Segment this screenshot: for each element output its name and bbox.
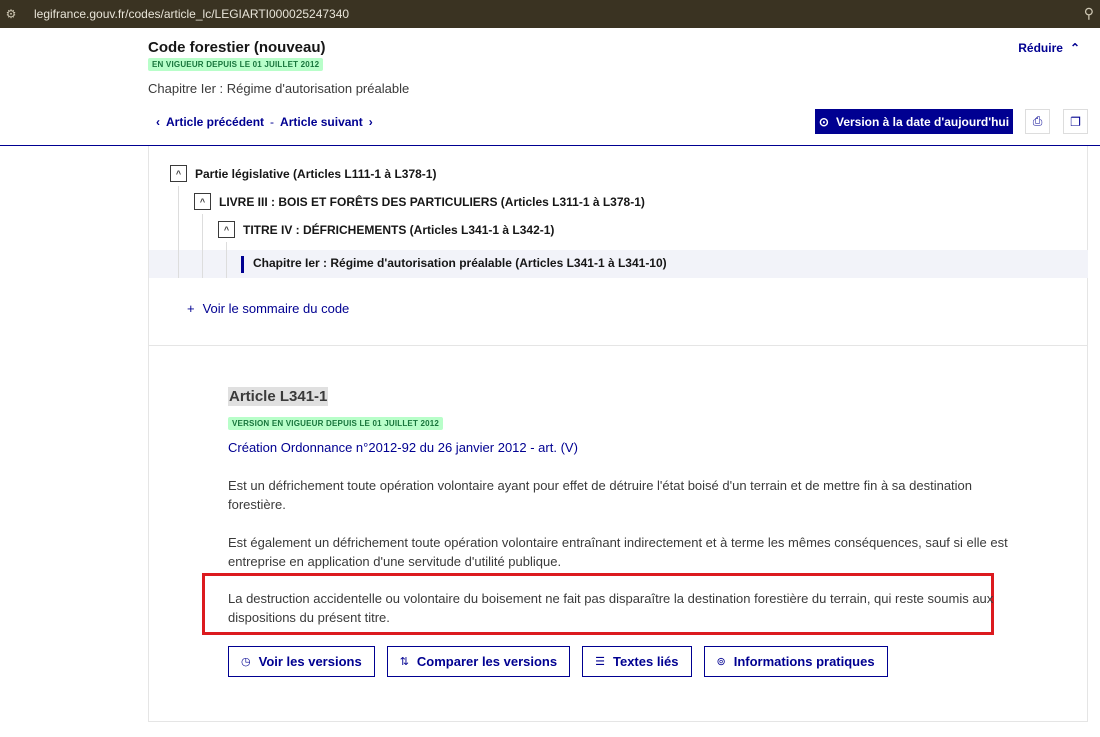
reduire-button[interactable]: Réduire ⌃ [1018, 41, 1080, 55]
site-settings-icon[interactable]: ⚙ [0, 0, 22, 28]
article-header: Code forestier (nouveau) EN VIGUEUR DEPU… [0, 28, 1100, 146]
nav-separator: - [270, 115, 275, 129]
article-title: Article L341-1 [228, 387, 329, 406]
article-paragraph: Est un défrichement toute opération volo… [228, 478, 973, 512]
tree-item-label[interactable]: LIVRE III : BOIS ET FORÊTS DES PARTICULI… [219, 195, 645, 209]
article-paragraph-highlighted: La destruction accidentelle ou volontair… [228, 591, 994, 625]
version-badge: VERSION EN VIGUEUR DEPUIS LE 01 JUILLET … [228, 417, 444, 430]
tree-item-label[interactable]: Partie législative (Articles L111-1 à L3… [195, 167, 436, 181]
voir-versions-button[interactable]: ◷ Voir les versions [228, 646, 375, 677]
tree-item-titre[interactable]: ^ TITRE IV : DÉFRICHEMENTS (Articles L34… [218, 221, 554, 238]
browser-address-bar: ⚙ legifrance.gouv.fr/codes/article_lc/LE… [0, 0, 1100, 28]
compare-icon: ⇅ [399, 656, 409, 668]
copy-button[interactable]: ❐ [1063, 109, 1088, 134]
article-navigation: ‹ Article précédent - Article suivant › [156, 115, 373, 129]
tree-item-label[interactable]: Chapitre Ier : Régime d'autorisation pré… [253, 256, 667, 270]
tree-item-label[interactable]: TITRE IV : DÉFRICHEMENTS (Articles L341-… [243, 223, 554, 237]
tree-line [202, 214, 203, 278]
collapse-toggle-icon[interactable]: ^ [218, 221, 235, 238]
collapse-toggle-icon[interactable]: ^ [170, 165, 187, 182]
chevron-left-icon: ‹ [156, 115, 160, 129]
code-title: Code forestier (nouveau) [148, 39, 326, 56]
chevron-up-icon: ⌃ [1069, 41, 1080, 55]
informations-pratiques-button[interactable]: ⊚ Informations pratiques [703, 646, 888, 677]
help-icon: ⊚ [716, 656, 726, 668]
tree-item-livre[interactable]: ^ LIVRE III : BOIS ET FORÊTS DES PARTICU… [194, 193, 645, 210]
version-today-label: Version à la date d'aujourd'hui [835, 114, 1010, 129]
next-article-link[interactable]: Article suivant [280, 115, 363, 129]
article-paragraph: Est également un défrichement toute opér… [228, 535, 1008, 569]
collapse-toggle-icon[interactable]: ^ [194, 193, 211, 210]
tree-item-partie[interactable]: ^ Partie législative (Articles L111-1 à … [170, 165, 436, 182]
article-actions: ◷ Voir les versions ⇅ Comparer les versi… [228, 646, 888, 677]
check-circle-icon: ⊙ [818, 114, 829, 129]
current-marker [241, 256, 244, 273]
version-today-button[interactable]: ⊙ Version à la date d'aujourd'hui [815, 109, 1013, 134]
previous-article-link[interactable]: Article précédent [166, 115, 264, 129]
plus-icon: + [187, 301, 195, 316]
print-button[interactable]: ⎙ [1025, 109, 1050, 134]
url-text[interactable]: legifrance.gouv.fr/codes/article_lc/LEGI… [22, 7, 349, 21]
copy-icon: ❐ [1070, 114, 1081, 129]
sommaire-link[interactable]: + Voir le sommaire du code [187, 301, 349, 316]
creation-link[interactable]: Création Ordonnance n°2012-92 du 26 janv… [228, 440, 578, 455]
list-icon: ☰ [595, 656, 605, 668]
sommaire-label: Voir le sommaire du code [202, 301, 350, 316]
textes-lies-button[interactable]: ☰ Textes liés [582, 646, 692, 677]
status-badge: EN VIGUEUR DEPUIS LE 01 JUILLET 2012 [148, 58, 324, 71]
chapter-title: Chapitre Ier : Régime d'autorisation pré… [148, 81, 410, 96]
button-label: Textes liés [612, 654, 679, 669]
reduire-label: Réduire [1018, 41, 1063, 55]
button-label: Informations pratiques [733, 654, 875, 669]
chevron-right-icon: › [368, 115, 373, 129]
print-icon: ⎙ [1032, 114, 1043, 128]
button-label: Voir les versions [258, 654, 362, 669]
comparer-versions-button[interactable]: ⇅ Comparer les versions [386, 646, 571, 677]
button-label: Comparer les versions [416, 654, 558, 669]
tree-line [226, 242, 227, 278]
clock-icon: ◷ [241, 656, 251, 668]
tree-item-chapitre-current[interactable]: Chapitre Ier : Régime d'autorisation pré… [253, 256, 667, 270]
article-content: Article L341-1 VERSION EN VIGUEUR DEPUIS… [148, 346, 1088, 722]
zoom-icon[interactable]: ⚲ [1084, 5, 1094, 22]
tree-line [178, 186, 179, 278]
code-tree: ^ Partie législative (Articles L111-1 à … [148, 146, 1088, 346]
